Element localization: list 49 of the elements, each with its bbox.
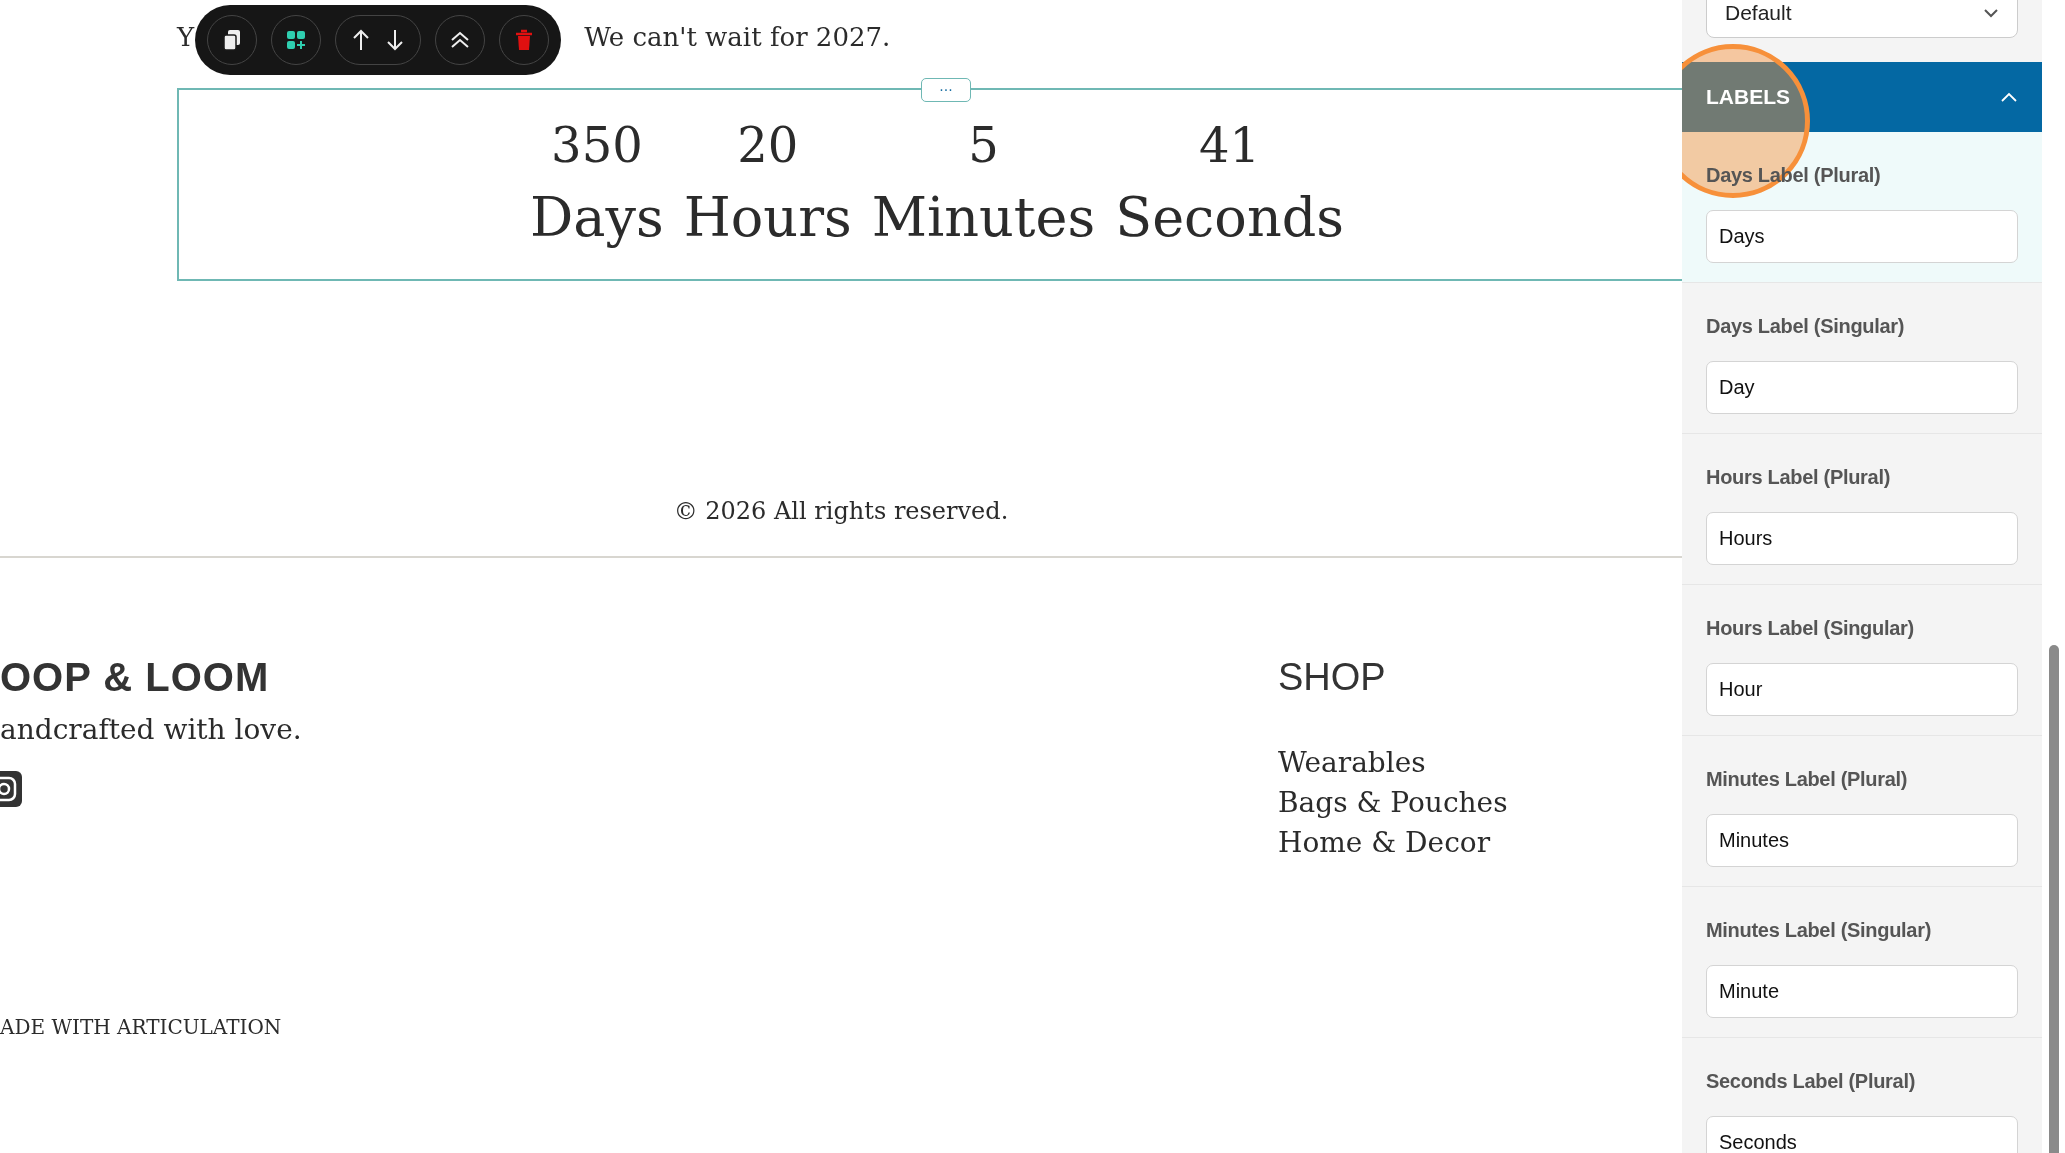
field-label: Hours Label (Plural) <box>1706 465 1891 490</box>
style-select[interactable]: Default <box>1706 0 2018 38</box>
intro-text: We can't wait for 2027. <box>584 20 891 54</box>
chevron-down-icon <box>1983 8 1999 18</box>
text-input[interactable]: Hours <box>1706 512 2018 565</box>
move-up-button[interactable] <box>352 29 370 51</box>
delete-button[interactable] <box>499 15 549 65</box>
field-label: Days Label (Singular) <box>1706 314 1905 339</box>
section-header[interactable]: LABELS <box>1682 62 2042 132</box>
field-label: Hours Label (Singular) <box>1706 616 1914 641</box>
field-label: Days Label (Plural) <box>1706 163 1881 188</box>
text-input[interactable]: Minutes <box>1706 814 2018 867</box>
countdown-label: Days <box>530 185 664 251</box>
double-chevron-up-icon <box>450 31 470 49</box>
copyright-text: © 2026 All rights reserved. <box>673 496 1009 527</box>
countdown-value: 20 <box>737 116 799 175</box>
shop-title: SHOP <box>1278 655 1387 700</box>
shop-link[interactable]: Home & Decor <box>1278 823 1508 863</box>
arrow-down-icon <box>386 29 404 51</box>
shop-link[interactable]: Bags & Pouches <box>1278 783 1508 823</box>
add-block-button[interactable] <box>271 15 321 65</box>
credit-text: ADE WITH ARTICULATION <box>0 1014 283 1041</box>
text-input[interactable]: Seconds <box>1706 1116 2018 1153</box>
copy-icon <box>222 29 242 51</box>
field-label: Minutes Label (Plural) <box>1706 767 1908 792</box>
countdown-label: Hours <box>683 185 852 251</box>
text-input[interactable]: Hour <box>1706 663 2018 716</box>
countdown-label: Seconds <box>1115 185 1344 251</box>
field-label: Seconds Label (Plural) <box>1706 1069 1915 1094</box>
text-input[interactable]: Days <box>1706 210 2018 263</box>
countdown-label: Minutes <box>871 185 1096 251</box>
scrollbar-thumb[interactable] <box>2048 645 2059 1153</box>
text-input[interactable]: Day <box>1706 361 2018 414</box>
copy-button[interactable] <box>207 15 257 65</box>
arrow-up-icon <box>352 29 370 51</box>
text-input[interactable]: Minute <box>1706 965 2018 1018</box>
field-label: Minutes Label (Singular) <box>1706 918 1932 943</box>
brand-title: OOP & LOOM <box>0 654 271 701</box>
move-to-top-button[interactable] <box>435 15 485 65</box>
countdown-value: 5 <box>968 116 999 175</box>
countdown-value: 41 <box>1199 116 1261 175</box>
tagline-text: andcrafted with love. <box>0 712 303 748</box>
shop-link[interactable]: Wearables <box>1278 743 1508 783</box>
move-down-button[interactable] <box>386 29 404 51</box>
intro-text: Y <box>177 20 195 54</box>
countdown-value: 350 <box>551 116 643 175</box>
trash-icon <box>515 29 533 51</box>
grid-plus-icon <box>286 30 306 50</box>
more-handle[interactable]: ··· <box>921 78 971 102</box>
